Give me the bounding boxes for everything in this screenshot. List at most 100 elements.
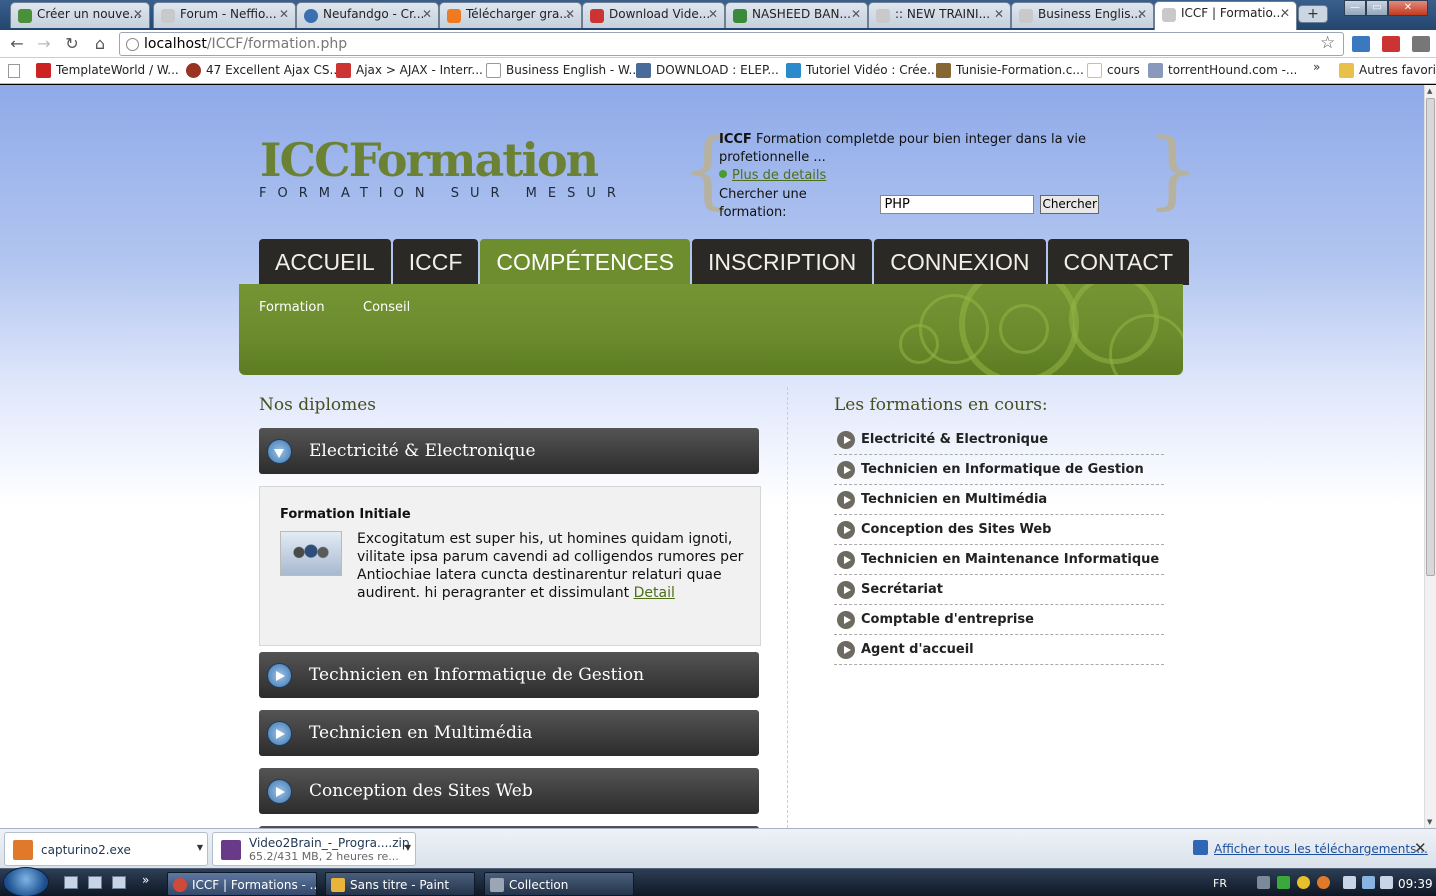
warning-icon[interactable] xyxy=(1297,876,1310,889)
close-icon[interactable]: ✕ xyxy=(422,7,432,21)
chevron-down-icon[interactable]: ▼ xyxy=(405,843,411,852)
clock[interactable]: 09:39 xyxy=(1398,877,1433,891)
quicklaunch-icon[interactable] xyxy=(88,876,102,889)
bookmark-item[interactable]: DOWNLOAD : ELEP... xyxy=(636,63,779,78)
bookmark-item[interactable]: Business English - W... xyxy=(486,63,640,78)
more-details-link[interactable]: Plus de details xyxy=(732,168,826,183)
browser-tab[interactable]: Download Vide... ✕ xyxy=(582,2,725,28)
bookmark-item[interactable]: cours xyxy=(1087,63,1140,78)
close-icon[interactable]: ✕ xyxy=(1414,839,1427,857)
close-icon[interactable]: ✕ xyxy=(133,7,143,21)
bookmark-item[interactable]: Tunisie-Formation.c... xyxy=(936,63,1084,78)
network-icon[interactable] xyxy=(1362,876,1375,889)
menu-item-competences[interactable]: COMPÉTENCES xyxy=(480,239,691,285)
language-indicator[interactable]: FR xyxy=(1213,877,1227,890)
taskbar-button[interactable]: Sans titre - Paint xyxy=(325,872,475,896)
browser-tab[interactable]: Business Englis... ✕ xyxy=(1011,2,1154,28)
search-button[interactable]: Chercher xyxy=(1040,194,1099,214)
list-item[interactable]: Technicien en Multimédia xyxy=(834,485,1164,515)
list-item[interactable]: Electricité & Electronique xyxy=(834,425,1164,455)
bookmark-icon xyxy=(936,63,951,78)
close-window-icon[interactable]: ✕ xyxy=(1388,0,1428,16)
list-item[interactable]: Comptable d'entreprise xyxy=(834,605,1164,635)
start-button[interactable] xyxy=(3,867,49,896)
list-item[interactable]: Secrétariat xyxy=(834,575,1164,605)
menu-item-iccf[interactable]: ICCF xyxy=(392,239,479,285)
list-item[interactable]: Agent d'accueil xyxy=(834,635,1164,665)
scroll-up-icon[interactable]: ▲ xyxy=(1427,87,1432,95)
menu-item-accueil[interactable]: ACCUEIL xyxy=(259,239,391,285)
close-icon[interactable]: ✕ xyxy=(1280,6,1290,20)
site-logo[interactable]: ICCFormation xyxy=(260,133,599,187)
accordion-header[interactable]: Conception des Sites Web xyxy=(259,768,759,814)
chevron-down-icon[interactable]: ▼ xyxy=(197,843,203,852)
browser-tab[interactable]: Neufandgo - Cr... ✕ xyxy=(296,2,439,28)
maximize-icon[interactable]: ▭ xyxy=(1366,0,1388,16)
detail-link[interactable]: Detail xyxy=(634,585,675,601)
browser-tab[interactable]: :: NEW TRAINI... ✕ xyxy=(868,2,1011,28)
tray-icon[interactable] xyxy=(1317,876,1330,889)
gmail-extension-icon[interactable] xyxy=(1382,36,1400,52)
close-icon[interactable]: ✕ xyxy=(708,7,718,21)
home-icon[interactable]: ⌂ xyxy=(89,34,111,54)
submenu-item-conseil[interactable]: Conseil xyxy=(363,300,410,315)
bookmark-item[interactable]: 47 Excellent Ajax CS... xyxy=(186,63,341,78)
other-bookmarks[interactable]: Autres favoris xyxy=(1339,63,1436,78)
browser-tab[interactable]: NASHEED BAN... ✕ xyxy=(725,2,868,28)
quicklaunch-icon[interactable] xyxy=(112,876,126,889)
download-item[interactable]: capturino2.exe ▼ xyxy=(4,832,208,866)
bookmark-item[interactable]: torrentHound.com -... xyxy=(1148,63,1297,78)
page-scrollbar[interactable]: ▲ ▼ xyxy=(1424,85,1436,828)
browser-tab[interactable]: Forum - Neffio... ✕ xyxy=(153,2,296,28)
browser-tab[interactable]: Télécharger gra... ✕ xyxy=(439,2,582,28)
show-all-downloads-link[interactable]: Afficher tous les téléchargements... xyxy=(1214,842,1428,856)
translate-extension-icon[interactable] xyxy=(1352,36,1370,52)
accordion-header[interactable]: Technicien en Informatique de Gestion xyxy=(259,652,759,698)
taskbar-button[interactable]: ICCF | Formations - ... xyxy=(167,872,317,896)
tray-icon[interactable] xyxy=(1277,876,1290,889)
address-bar[interactable]: localhost/ICCF/formation.php xyxy=(119,32,1344,56)
menu-item-inscription[interactable]: INSCRIPTION xyxy=(692,239,873,285)
tray-icon[interactable] xyxy=(1257,876,1270,889)
battery-icon[interactable] xyxy=(1343,876,1356,889)
list-item[interactable]: Technicien en Maintenance Informatique xyxy=(834,545,1164,575)
close-icon[interactable]: ✕ xyxy=(994,7,1004,21)
minimize-icon[interactable]: — xyxy=(1344,0,1366,16)
browser-tab-active[interactable]: ICCF | Formatio... ✕ xyxy=(1154,1,1297,30)
submenu-item-formation[interactable]: Formation xyxy=(259,300,325,315)
arrow-bullet-icon xyxy=(837,581,855,599)
scrollbar-thumb[interactable] xyxy=(1426,98,1435,576)
close-icon[interactable]: ✕ xyxy=(279,7,289,21)
bookmark-item[interactable]: Ajax > AJAX - Interr... xyxy=(336,63,483,78)
download-item[interactable]: Video2Brain_-_Progra....zip 65.2/431 MB, … xyxy=(212,832,416,866)
search-input[interactable] xyxy=(880,194,1035,214)
scroll-down-icon[interactable]: ▼ xyxy=(1427,818,1432,826)
forward-icon[interactable]: → xyxy=(33,34,55,54)
bookmark-item[interactable]: Tutoriel Vidéo : Crée... xyxy=(786,63,939,78)
new-tab-button[interactable]: + xyxy=(1298,5,1328,23)
close-icon[interactable]: ✕ xyxy=(565,7,575,21)
accordion-header[interactable]: Technicien en Multimédia xyxy=(259,710,759,756)
menu-item-connexion[interactable]: CONNEXION xyxy=(874,239,1046,285)
show-desktop-icon[interactable] xyxy=(64,876,78,889)
reload-icon[interactable]: ↻ xyxy=(61,34,83,54)
menu-item-contact[interactable]: CONTACT xyxy=(1047,239,1189,285)
bookmarks-overflow-button[interactable]: » xyxy=(1313,60,1320,74)
list-item[interactable]: Conception des Sites Web xyxy=(834,515,1164,545)
taskbar-button[interactable]: Collection xyxy=(484,872,634,896)
volume-icon[interactable] xyxy=(1380,876,1393,889)
accordion-title: Conception des Sites Web xyxy=(309,781,533,801)
close-icon[interactable]: ✕ xyxy=(1137,7,1147,21)
accordion-title: Technicien en Multimédia xyxy=(309,723,533,743)
quicklaunch-overflow-icon[interactable]: » xyxy=(142,873,149,887)
swirl-decoration xyxy=(999,304,1049,354)
browser-tab[interactable]: Créer un nouve... ✕ xyxy=(10,2,150,28)
back-icon[interactable]: ← xyxy=(6,34,28,54)
wrench-icon[interactable] xyxy=(1412,36,1430,52)
close-icon[interactable]: ✕ xyxy=(851,7,861,21)
accordion-header[interactable]: Electricité & Electronique xyxy=(259,428,759,474)
bookmark-item[interactable]: TemplateWorld / W... xyxy=(36,63,179,78)
list-item[interactable]: Technicien en Informatique de Gestion xyxy=(834,455,1164,485)
play-arrow-icon xyxy=(267,779,292,804)
bookmark-star-icon[interactable]: ☆ xyxy=(1320,33,1335,53)
